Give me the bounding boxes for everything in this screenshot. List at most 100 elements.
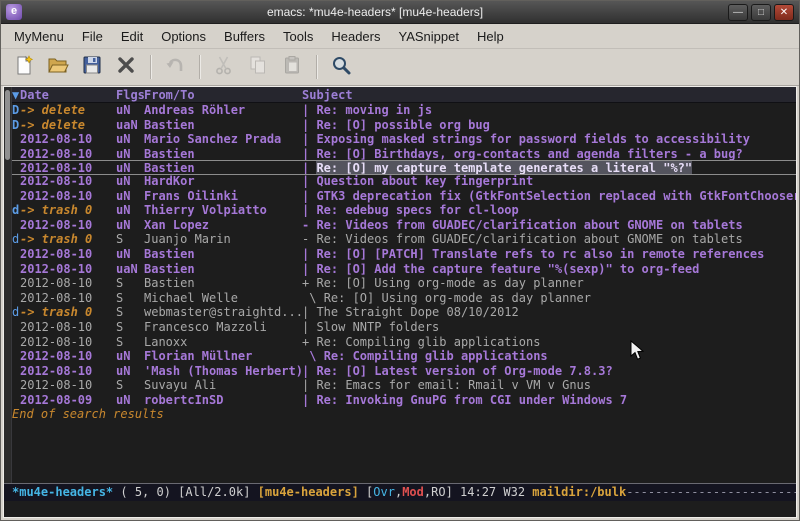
column-header-flags[interactable]: Flgs: [116, 87, 144, 103]
paste-icon: [281, 54, 303, 80]
subject-text: Exposing masked strings for password fie…: [316, 132, 749, 146]
subject-text: Re: [O] Latest version of Org-mode 7.8.3…: [316, 364, 612, 378]
message-row[interactable]: d-> trash 0uNThierry Volpiatto| Re: edeb…: [12, 203, 796, 218]
menu-help[interactable]: Help: [468, 26, 513, 47]
mark-indicator: [12, 262, 20, 277]
open-folder-button[interactable]: [41, 52, 75, 82]
from-cell: 'Mash (Thomas Herbert): [144, 364, 302, 379]
from-cell: Xan Lopez: [144, 218, 302, 233]
scrollbar-thumb[interactable]: [5, 90, 10, 160]
from-cell: webmaster@straightd...: [144, 305, 302, 320]
subject-cell: Re: [O] Using org-mode as day planner: [316, 276, 796, 291]
save-button[interactable]: [75, 52, 109, 82]
message-row[interactable]: 2012-08-10SMichael Welle \ Re: [O] Using…: [12, 291, 796, 306]
message-row[interactable]: 2012-08-10uNHardKor| Question about key …: [12, 174, 796, 189]
subject-cell: Re: Emacs for email: Rmail v VM v Gnus: [316, 378, 796, 393]
message-row[interactable]: 2012-08-10SFrancesco Mazzoli| Slow NNTP …: [12, 320, 796, 335]
maximize-button[interactable]: □: [751, 4, 771, 21]
subject-text: The Straight Dope 08/10/2012: [316, 305, 518, 319]
flags-cell: S: [116, 378, 144, 393]
date-cell: 2012-08-10: [20, 364, 116, 379]
message-row[interactable]: 2012-08-10uNMario Sanchez Prada| Exposin…: [12, 132, 796, 147]
subject-cell: Re: [O] Add the capture feature "%(sexp)…: [316, 262, 796, 277]
column-header-date[interactable]: Date: [20, 87, 116, 103]
flags-cell: uN: [116, 103, 144, 118]
subject-cell: Slow NNTP folders: [316, 320, 796, 335]
thread-prefix: \: [302, 291, 324, 306]
message-row[interactable]: 2012-08-10uNXan Lopez- Re: Videos from G…: [12, 218, 796, 233]
message-row[interactable]: D-> deleteuNAndreas Röhler| Re: moving i…: [12, 103, 796, 118]
close-buffer-button[interactable]: [109, 52, 143, 82]
flags-cell: uN: [116, 147, 144, 162]
menu-headers[interactable]: Headers: [322, 26, 389, 47]
scrollbar[interactable]: [4, 87, 12, 483]
menu-mymenu[interactable]: MyMenu: [5, 26, 73, 47]
menu-buffers[interactable]: Buffers: [215, 26, 274, 47]
new-file-button[interactable]: [7, 52, 41, 82]
menu-file[interactable]: File: [73, 26, 112, 47]
menu-yasnippet[interactable]: YASnippet: [389, 26, 467, 47]
emacs-app-icon[interactable]: e: [6, 4, 22, 20]
mark-indicator: [12, 218, 20, 233]
subject-cell: Re: Videos from GUADEC/clarification abo…: [316, 232, 796, 247]
date-cell: 2012-08-10: [20, 147, 116, 162]
menu-edit[interactable]: Edit: [112, 26, 152, 47]
subject-cell: Re: [O] Using org-mode as day planner: [324, 291, 796, 306]
mark-action: -> delete: [20, 118, 116, 133]
cut-button: [207, 52, 241, 82]
from-cell: Bastien: [144, 118, 302, 133]
message-row[interactable]: d-> trash 0Swebmaster@straightd...| The …: [12, 305, 796, 320]
copy-icon: [247, 54, 269, 80]
message-row[interactable]: 2012-08-10uaNBastien| Re: [O] Add the ca…: [12, 262, 796, 277]
copy-button: [241, 52, 275, 82]
message-row[interactable]: D-> deleteuaNBastien| Re: [O] possible o…: [12, 118, 796, 133]
message-row[interactable]: 2012-08-10uNBastien| Re: [O] [PATCH] Tra…: [12, 247, 796, 262]
mark-indicator: [12, 349, 20, 364]
sort-indicator-icon[interactable]: ▼: [12, 87, 20, 103]
thread-prefix: |: [302, 161, 316, 174]
from-cell: Michael Welle: [144, 291, 302, 306]
message-row[interactable]: 2012-08-10SSuvayu Ali| Re: Emacs for ema…: [12, 378, 796, 393]
mark-indicator: [12, 320, 20, 335]
menu-tools[interactable]: Tools: [274, 26, 322, 47]
message-row[interactable]: 2012-08-10uNBastien| Re: [O] Birthdays, …: [12, 147, 796, 162]
message-row-current[interactable]: 2012-08-10uNBastien| Re: [O] my capture …: [12, 160, 796, 175]
column-header-from[interactable]: From/To: [144, 87, 302, 103]
mark-indicator: [12, 161, 20, 174]
subject-cell: Re: [O] Latest version of Org-mode 7.8.3…: [316, 364, 796, 379]
flags-cell: uN: [116, 247, 144, 262]
flags-cell: uN: [116, 393, 144, 408]
message-row[interactable]: 2012-08-09uNrobertcInSD| Re: Invoking Gn…: [12, 393, 796, 408]
message-row[interactable]: 2012-08-10SBastien+ Re: [O] Using org-mo…: [12, 276, 796, 291]
modeline-segment: *mu4e-headers*: [12, 485, 113, 499]
thread-prefix: |: [302, 132, 316, 147]
date-cell: 2012-08-09: [20, 393, 116, 408]
subject-cell: Re: Videos from GUADEC/clarification abo…: [316, 218, 796, 233]
message-row[interactable]: d-> trash 0SJuanjo Marin- Re: Videos fro…: [12, 232, 796, 247]
from-cell: Lanoxx: [144, 335, 302, 350]
thread-prefix: |: [302, 203, 316, 218]
column-header-subject[interactable]: Subject: [302, 87, 796, 103]
minimize-button[interactable]: —: [728, 4, 748, 21]
modeline[interactable]: *mu4e-headers* ( 5, 0) [All/2.0k] [mu4e-…: [4, 483, 796, 501]
search-button[interactable]: [324, 52, 358, 82]
from-cell: Francesco Mazzoli: [144, 320, 302, 335]
message-row[interactable]: 2012-08-10uN'Mash (Thomas Herbert)| Re: …: [12, 364, 796, 379]
echo-area[interactable]: [4, 501, 796, 517]
thread-prefix: |: [302, 320, 316, 335]
message-row[interactable]: 2012-08-10uNFrans Oilinki| GTK3 deprecat…: [12, 189, 796, 204]
message-row[interactable]: 2012-08-10uNFlorian Müllner \ Re: Compil…: [12, 349, 796, 364]
open-folder-icon: [47, 54, 69, 80]
flags-cell: S: [116, 320, 144, 335]
window-title: emacs: *mu4e-headers* [mu4e-headers]: [25, 5, 725, 19]
close-button[interactable]: ✕: [774, 4, 794, 21]
titlebar[interactable]: e emacs: *mu4e-headers* [mu4e-headers] —…: [1, 1, 799, 24]
date-cell: 2012-08-10: [20, 247, 116, 262]
message-row[interactable]: 2012-08-10SLanoxx+ Re: Compiling glib ap…: [12, 335, 796, 350]
thread-prefix: |: [302, 378, 316, 393]
thread-prefix: |: [302, 147, 316, 162]
thread-prefix: +: [302, 335, 316, 350]
flags-cell: uN: [116, 174, 144, 189]
mark-action: -> trash 0: [20, 203, 116, 218]
menu-options[interactable]: Options: [152, 26, 215, 47]
